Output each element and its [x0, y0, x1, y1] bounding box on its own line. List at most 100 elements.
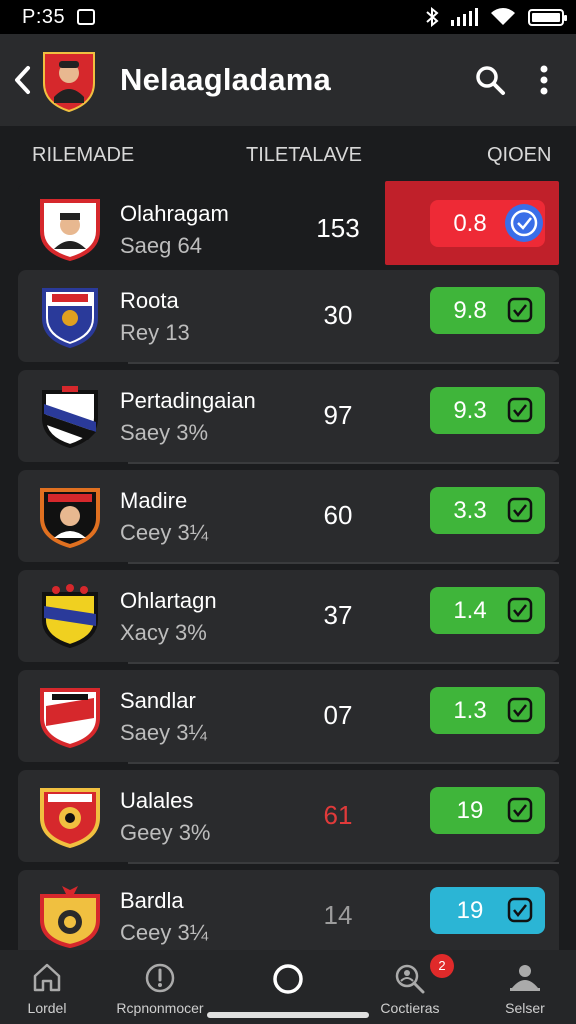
team-score: 07	[323, 700, 353, 730]
nav-label: Lordel	[27, 1000, 67, 1016]
status-icons	[425, 7, 567, 27]
nav-label: Coctieras	[380, 1000, 440, 1016]
value-text: 1.4	[453, 596, 487, 624]
back-button[interactable]	[10, 60, 34, 100]
team-name: Olahragam	[120, 201, 229, 226]
team-crest-icon	[42, 288, 98, 348]
value-pill[interactable]: 9.8	[430, 287, 545, 334]
check-square-icon	[507, 297, 533, 323]
page-title: Nelaagladama	[120, 62, 331, 97]
row-divider	[128, 562, 559, 564]
cell-signal-icon	[451, 8, 478, 26]
list-item[interactable]: Olahragam Saeg 64 153 0.8	[18, 181, 559, 275]
value-pill[interactable]: 1.3	[430, 687, 545, 734]
team-crest-icon	[40, 886, 100, 948]
value-pill[interactable]: 9.3	[430, 387, 545, 434]
team-score: 37	[323, 600, 353, 630]
search-people-icon	[395, 964, 425, 994]
team-subtitle: Geey 3%	[120, 820, 211, 845]
team-subtitle: Xacy 3%	[120, 620, 207, 645]
column-headers: RILEMADE TILETALAVE QIOEN	[0, 126, 576, 182]
value-text: 9.3	[453, 396, 487, 424]
team-name: Sandlar	[120, 688, 196, 713]
column-header-right[interactable]: QIOEN	[487, 144, 551, 167]
team-subtitle: Saey 3%	[120, 420, 209, 445]
team-score: 60	[323, 500, 353, 530]
nav-item-home[interactable]: Lordel	[0, 950, 102, 1024]
app-bar: Nelaagladama	[0, 34, 576, 126]
column-header-middle[interactable]: TILETALAVE	[246, 144, 362, 167]
nav-item-profile[interactable]: Selser	[470, 950, 576, 1024]
search-icon	[476, 66, 505, 95]
team-crest-icon	[42, 584, 98, 648]
row-divider	[128, 762, 559, 764]
list-item[interactable]: Pertadingaian Saey 3% 97 9.3	[18, 370, 559, 464]
team-name: Ohlartagn	[120, 588, 217, 613]
row-divider	[128, 862, 559, 864]
team-name: Bardla	[120, 888, 184, 913]
list-item[interactable]: Sandlar Saey 3¼ 07 1.3	[18, 670, 559, 764]
nav-label: Selser	[505, 1000, 545, 1016]
more-options-button[interactable]	[532, 60, 556, 100]
home-icon	[33, 963, 61, 992]
team-subtitle: Ceey 3¼	[120, 920, 209, 945]
notification-badge: 2	[430, 954, 454, 978]
list-item[interactable]: Ualales Geey 3% 61 19	[18, 770, 559, 864]
team-subtitle: Saeg 64	[120, 233, 202, 258]
team-name: Roota	[120, 288, 179, 313]
team-score: 153	[316, 213, 360, 243]
list-item[interactable]: Ohlartagn Xacy 3% 37 1.4	[18, 570, 559, 664]
value-text: 0.8	[453, 209, 487, 237]
value-text: 3.3	[453, 496, 487, 524]
team-crest-icon	[40, 199, 100, 261]
team-name: Ualales	[120, 788, 194, 813]
home-indicator[interactable]	[207, 1012, 369, 1018]
team-score: 61	[323, 800, 353, 830]
team-crest-icon	[40, 688, 100, 748]
team-subtitle: Rey 13	[120, 320, 190, 345]
team-crest-logo	[43, 52, 95, 113]
row-divider	[128, 362, 559, 364]
chevron-left-icon	[15, 66, 30, 94]
team-crest-icon	[40, 788, 100, 848]
check-square-icon	[507, 497, 533, 523]
nav-item-contacts[interactable]: 2 Coctieras	[355, 950, 465, 1024]
check-square-icon	[507, 797, 533, 823]
value-pill[interactable]: 0.8	[430, 200, 545, 247]
value-pill[interactable]: 19	[430, 787, 545, 834]
bluetooth-icon	[426, 7, 439, 27]
image-notification-icon	[77, 9, 96, 25]
more-vertical-icon	[540, 65, 548, 95]
team-subtitle: Ceey 3¼	[120, 520, 209, 545]
team-name: Madire	[120, 488, 188, 513]
column-header-left[interactable]: RILEMADE	[32, 144, 134, 167]
value-pill[interactable]: 3.3	[430, 487, 545, 534]
check-square-icon	[507, 597, 533, 623]
battery-icon	[528, 8, 567, 26]
value-text: 19	[456, 896, 484, 924]
profile-icon	[510, 965, 540, 991]
value-pill[interactable]: 19	[430, 887, 545, 934]
wifi-icon	[491, 8, 515, 25]
row-divider	[128, 662, 559, 664]
value-text: 9.8	[453, 296, 487, 324]
nav-label: Rcpnonmocer	[116, 1000, 204, 1016]
team-subtitle: Saey 3¼	[120, 720, 207, 745]
nav-item-alerts[interactable]: Rcpnonmocer	[105, 950, 215, 1024]
value-pill[interactable]: 1.4	[430, 587, 545, 634]
check-square-icon	[507, 697, 533, 723]
blue-check-circle-icon	[505, 204, 543, 242]
team-crest-icon	[42, 386, 98, 448]
status-bar: P:35	[0, 0, 576, 34]
team-score: 14	[323, 900, 353, 930]
team-crest-icon	[40, 488, 100, 548]
check-square-icon	[507, 897, 533, 923]
list-item[interactable]: Madire Ceey 3¼ 60 3.3	[18, 470, 559, 564]
value-text: 1.3	[453, 696, 487, 724]
list-item[interactable]: Roota Rey 13 30 9.8	[18, 270, 559, 364]
circle-button-icon	[273, 964, 303, 994]
status-time: P:35	[22, 5, 66, 28]
list-item[interactable]: Bardla Ceey 3¼ 14 19	[18, 870, 559, 962]
search-button[interactable]	[470, 60, 510, 100]
team-name: Pertadingaian	[120, 388, 256, 413]
